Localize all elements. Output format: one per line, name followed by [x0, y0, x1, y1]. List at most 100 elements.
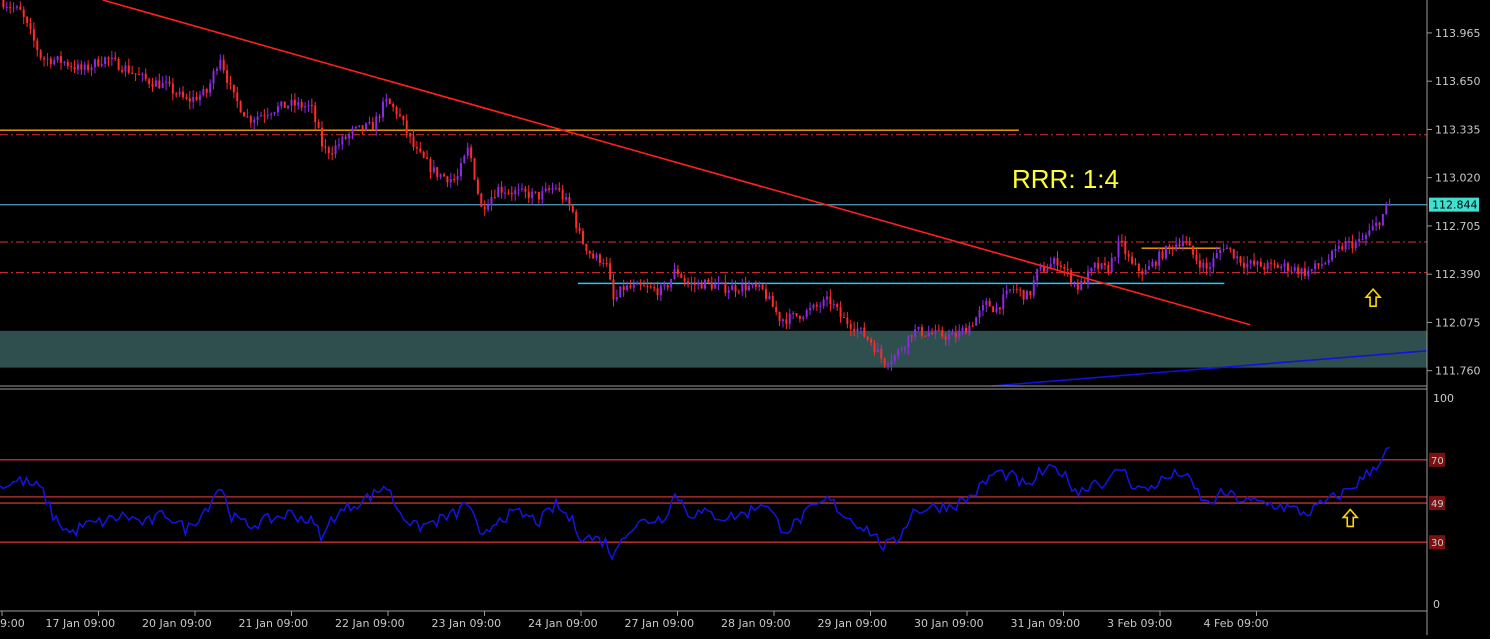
candle-body — [1246, 263, 1249, 268]
candle-body — [1032, 280, 1035, 296]
candle-body — [1290, 270, 1293, 272]
candle-body — [907, 335, 910, 348]
candle-body — [883, 358, 886, 365]
time-label: 29 Jan 09:00 — [818, 617, 888, 630]
candle-body — [415, 147, 418, 149]
candle-body — [1019, 289, 1022, 291]
chart-root: 70 49 30 113.965 113.650 113.335 113.020 112.7… — [0, 0, 1490, 635]
candle-body — [405, 120, 408, 134]
candle-body — [300, 102, 303, 108]
candle-body — [283, 101, 286, 108]
time-label: 17 Jan 09:00 — [46, 617, 116, 630]
candle-body — [1225, 247, 1228, 249]
candle-body — [568, 197, 571, 206]
candle-body — [846, 317, 849, 325]
candle-body — [388, 98, 391, 104]
candle-body — [398, 114, 401, 116]
candle-body — [466, 147, 469, 156]
candle-body — [720, 282, 723, 284]
candle-body — [819, 306, 822, 308]
candle-body — [697, 282, 700, 285]
candle-body — [931, 333, 934, 335]
candle-body — [351, 128, 354, 134]
candle-body — [927, 333, 930, 336]
candle-body — [290, 99, 293, 106]
candle-body — [87, 64, 90, 71]
candle-body — [558, 188, 561, 190]
candle-body — [175, 93, 178, 95]
candle-body — [310, 105, 313, 107]
candle-body — [419, 148, 422, 152]
candle-body — [639, 283, 642, 286]
candle-body — [849, 324, 852, 329]
candle-body — [1151, 261, 1154, 267]
candle-body — [842, 316, 845, 318]
candle-body — [595, 254, 598, 259]
candle-body — [348, 133, 351, 139]
candle-body — [626, 285, 629, 291]
candle-body — [1046, 268, 1049, 272]
candle-body — [1185, 241, 1188, 243]
support-zone — [0, 330, 1427, 368]
candle-body — [575, 211, 578, 228]
oscillator-level-label: 30 — [1431, 538, 1444, 549]
candle-body — [900, 349, 903, 351]
current-price-label: 112.844 — [1432, 199, 1478, 212]
candle-body — [344, 136, 347, 139]
candle-body — [1164, 246, 1167, 259]
candle-body — [717, 282, 720, 285]
candle-body — [1310, 268, 1313, 271]
candle-body — [2, 0, 5, 8]
candle-body — [1280, 266, 1283, 269]
candle-body — [1080, 280, 1083, 290]
candle-body — [1114, 257, 1117, 259]
candle-body — [544, 188, 547, 192]
time-label: 31 Jan 09:00 — [1011, 617, 1081, 630]
chart-svg: 70 49 30 113.965 113.650 113.335 113.020 112.7… — [0, 0, 1490, 635]
candle-body — [870, 339, 873, 343]
candle-body — [1215, 253, 1218, 259]
candle-body — [402, 115, 405, 121]
candle-body — [1148, 266, 1151, 270]
candle-body — [1127, 254, 1130, 257]
candle-body — [1178, 244, 1181, 246]
candle-body — [781, 319, 784, 322]
candle-body — [565, 197, 568, 200]
candle-body — [551, 188, 554, 190]
annotation-rrr: RRR: 1:4 — [1012, 164, 1119, 194]
candle-body — [561, 189, 564, 200]
candle-body — [809, 308, 812, 311]
candle-body — [1344, 242, 1347, 250]
candle-body — [226, 70, 229, 83]
candle-body — [765, 289, 768, 299]
candle-body — [473, 158, 476, 180]
candle — [992, 305, 995, 313]
candle-body — [1320, 264, 1323, 266]
candle-body — [548, 188, 551, 190]
candle-body — [1158, 251, 1161, 266]
candle-body — [978, 310, 981, 318]
candle-body — [1334, 248, 1337, 251]
candle-body — [690, 283, 693, 285]
candle-body — [304, 106, 307, 108]
candle-body — [663, 285, 666, 287]
candle — [422, 150, 425, 159]
candle-body — [615, 297, 618, 300]
candle-body — [1134, 263, 1137, 265]
candle — [476, 176, 479, 196]
oscillator-level-label: 49 — [1431, 499, 1444, 510]
candle-body — [259, 115, 262, 117]
candle-body — [903, 347, 906, 350]
candle-body — [812, 304, 815, 309]
candle-body — [1097, 262, 1100, 269]
candle-body — [1364, 235, 1367, 239]
candle-body — [815, 304, 818, 307]
candle-body — [873, 342, 876, 353]
candle — [473, 157, 476, 181]
candle-body — [642, 285, 645, 287]
price-tick-label: 113.335 — [1435, 123, 1481, 136]
candle-body — [1300, 268, 1303, 275]
candle-body — [256, 116, 259, 120]
candle-body — [1293, 267, 1296, 271]
candle-body — [588, 250, 591, 254]
